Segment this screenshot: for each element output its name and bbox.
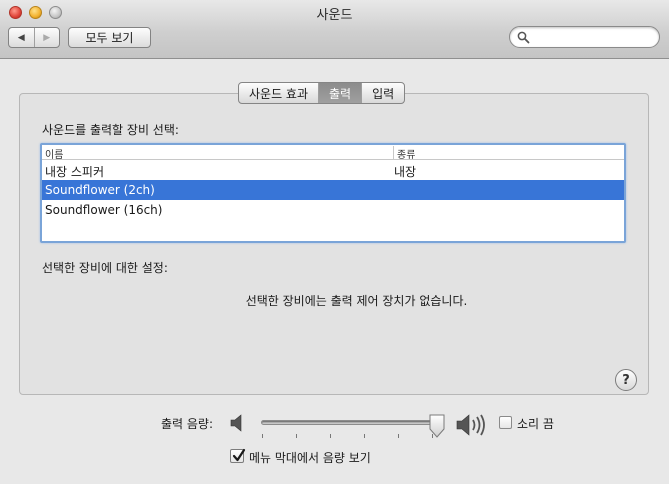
device-name: Soundflower (16ch) [45, 203, 163, 217]
tab-bar: 사운드 효과 출력 입력 [238, 82, 406, 104]
device-settings-label: 선택한 장비에 대한 설정: [42, 261, 168, 275]
output-panel [19, 93, 649, 395]
speaker-low-icon [230, 414, 242, 432]
forward-button[interactable]: ▶ [35, 28, 60, 47]
show-all-button[interactable]: 모두 보기 [68, 27, 151, 48]
slider-tick [398, 434, 399, 438]
slider-tick [262, 434, 263, 438]
tab-input[interactable]: 입력 [362, 83, 404, 103]
device-row[interactable]: 내장 스피커 내장 [42, 160, 624, 180]
tab-sound-effects[interactable]: 사운드 효과 [239, 83, 320, 103]
show-volume-in-menu-checkbox[interactable] [230, 448, 246, 463]
mute-label[interactable]: 소리 끔 [517, 415, 554, 432]
output-volume-label: 출력 음량: [161, 417, 214, 431]
show-volume-in-menu-label[interactable]: 메뉴 막대에서 음량 보기 [249, 449, 371, 466]
titlebar: 사운드 ◀ ▶ 모두 보기 [0, 0, 669, 59]
list-header: 이름 종류 [42, 145, 624, 161]
column-header-name[interactable]: 이름 [45, 146, 63, 161]
speaker-high-icon [456, 414, 485, 436]
chevron-left-icon: ◀ [17, 32, 25, 43]
device-row[interactable]: Soundflower (16ch) [42, 200, 624, 220]
mute-checkbox[interactable] [499, 416, 512, 429]
sound-preferences-window: 사운드 ◀ ▶ 모두 보기 사운드 효과 출력 입력 사운드를 출력할 장비 선… [0, 0, 669, 484]
chevron-right-icon: ▶ [43, 32, 51, 43]
select-device-label: 사운드를 출력할 장비 선택: [42, 123, 179, 137]
device-type: 내장 [394, 165, 417, 179]
slider-tick [330, 434, 331, 438]
no-controls-message: 선택한 장비에는 출력 제어 장치가 없습니다. [245, 294, 468, 308]
slider-tick [364, 434, 365, 438]
back-button[interactable]: ◀ [9, 28, 35, 47]
device-name: Soundflower (2ch) [45, 183, 155, 197]
back-forward-control: ◀ ▶ [8, 27, 60, 48]
device-name: 내장 스피커 [45, 165, 105, 179]
window-title: 사운드 [316, 8, 353, 23]
device-row-selected[interactable]: Soundflower (2ch) [42, 180, 624, 200]
tab-output[interactable]: 출력 [319, 83, 363, 103]
slider-tick [296, 434, 297, 438]
search-field[interactable] [509, 26, 660, 48]
output-device-list[interactable]: 이름 종류 내장 스피커 내장 Soundflower (2ch) Soundf… [40, 143, 626, 243]
help-icon: ? [622, 372, 630, 388]
volume-slider-track[interactable] [261, 420, 441, 425]
help-button[interactable]: ? [615, 369, 637, 391]
search-icon [517, 31, 530, 44]
checkmark-icon [232, 448, 246, 462]
volume-slider-knob[interactable] [428, 414, 446, 438]
column-header-type[interactable]: 종류 [393, 146, 415, 161]
